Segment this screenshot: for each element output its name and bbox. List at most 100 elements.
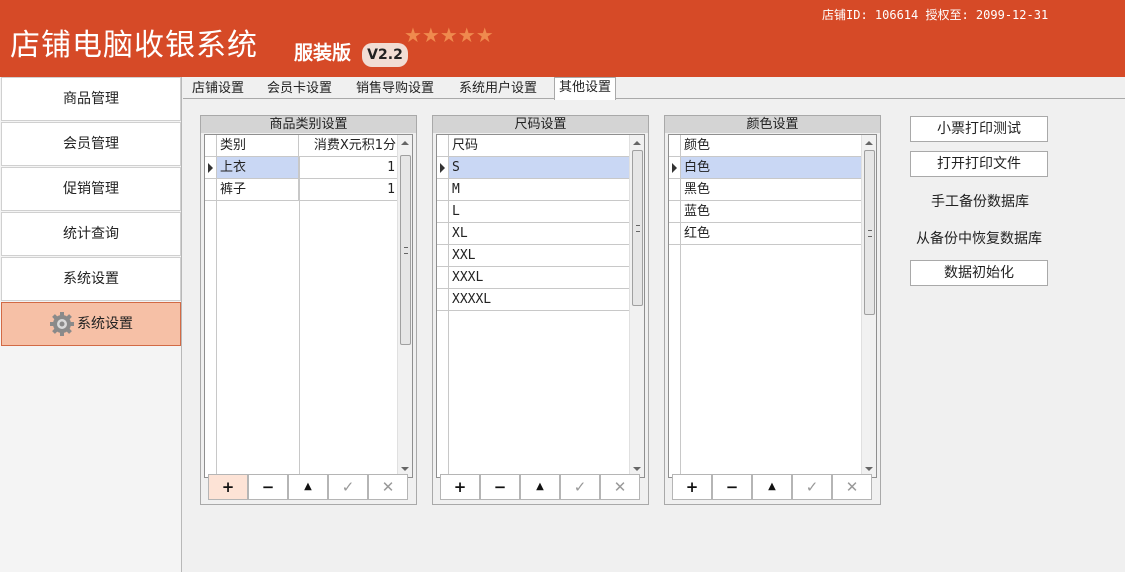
scroll-down-icon[interactable] [401,467,409,471]
print-test-button[interactable]: 小票打印测试 [910,116,1048,142]
app-title: 店铺电脑收银系统 [10,28,258,63]
vertical-scrollbar[interactable] [861,135,876,477]
table-cell[interactable]: 蓝色 [681,201,863,223]
remove-button[interactable]: − [480,474,520,500]
table-row[interactable]: S [437,157,644,179]
move-up-button[interactable]: ▲ [520,474,560,500]
tab-bar: 店铺设置 会员卡设置 销售导购设置 系统用户设置 其他设置 [183,77,1125,100]
table-row[interactable]: 蓝色 [669,201,876,223]
table-row[interactable]: 黑色 [669,179,876,201]
sidebar-item-promotions[interactable]: 促销管理 [1,167,181,211]
vertical-scrollbar[interactable] [397,135,412,477]
table-cell[interactable]: XL [449,223,631,245]
table-cell[interactable]: 上衣 [217,157,299,179]
scroll-up-icon[interactable] [633,141,641,145]
scroll-thumb[interactable] [632,150,643,306]
move-up-button[interactable]: ▲ [752,474,792,500]
table-cell[interactable]: 红色 [681,223,863,245]
scroll-thumb[interactable] [400,155,411,345]
column-header[interactable]: 颜色 [681,135,863,157]
table-cell[interactable]: 裤子 [217,179,299,201]
rating-stars-icon: ★★★★★ [404,23,494,47]
table-cell[interactable]: 1 [299,157,399,179]
sidebar-item-settings[interactable]: 系统设置 [1,257,181,301]
confirm-button[interactable]: ✓ [328,474,368,500]
table-cell[interactable]: M [449,179,631,201]
table-cell[interactable]: L [449,201,631,223]
tab-other-settings[interactable]: 其他设置 [554,77,617,100]
manual-backup-link[interactable]: 手工备份数据库 [931,191,1029,211]
table-row[interactable]: 白色 [669,157,876,179]
row-header [669,223,681,245]
table-row[interactable]: 裤子 1 [205,179,412,201]
row-header [437,267,449,289]
table-row[interactable]: M [437,179,644,201]
sidebar-item-label: 系统设置 [63,271,119,287]
move-up-button[interactable]: ▲ [288,474,328,500]
scroll-up-icon[interactable] [865,141,873,145]
sidebar-item-members[interactable]: 会员管理 [1,122,181,166]
sidebar-item-statistics[interactable]: 统计查询 [1,212,181,256]
add-button[interactable]: + [208,474,248,500]
row-header-corner [669,135,681,157]
table-row[interactable]: 红色 [669,223,876,245]
table-cell[interactable]: XXXL [449,267,631,289]
sidebar-item-label: 统计查询 [63,226,119,242]
cancel-button[interactable]: ✕ [368,474,408,500]
category-grid[interactable]: 类别 消费X元积1分 上衣 1 裤子 1 [204,134,413,478]
cancel-button[interactable]: ✕ [832,474,872,500]
color-grid[interactable]: 颜色 白色 黑色 蓝色 红色 [668,134,877,478]
table-cell[interactable]: XXXXL [449,289,631,311]
open-print-file-button[interactable]: 打开打印文件 [910,151,1048,177]
tab-system-user-settings[interactable]: 系统用户设置 [455,79,541,99]
sidebar-item-products[interactable]: 商品管理 [1,77,181,121]
cancel-button[interactable]: ✕ [600,474,640,500]
table-row[interactable]: XXL [437,245,644,267]
tab-member-card-settings[interactable]: 会员卡设置 [263,79,336,99]
add-button[interactable]: + [440,474,480,500]
color-panel: 颜色设置 颜色 白色 黑色 蓝色 红色 + − ▲ ✓ ✕ [664,115,881,505]
row-header [437,179,449,201]
grid-header: 尺码 [437,135,644,157]
panel-title: 尺码设置 [433,116,648,133]
table-cell[interactable]: 白色 [681,157,863,179]
data-init-button[interactable]: 数据初始化 [910,260,1048,286]
table-row[interactable]: L [437,201,644,223]
size-grid[interactable]: 尺码 S M L XL XXL XXXL XXXXL [436,134,645,478]
row-header-corner [205,135,217,157]
row-header [437,245,449,267]
row-header [437,157,449,179]
tab-sales-guide-settings[interactable]: 销售导购设置 [352,79,438,99]
scroll-up-icon[interactable] [401,141,409,145]
table-cell[interactable]: S [449,157,631,179]
sidebar-item-settings-active[interactable]: 系统设置 [1,302,181,346]
panel-title: 颜色设置 [665,116,880,133]
row-header [437,223,449,245]
scroll-thumb[interactable] [864,150,875,315]
remove-button[interactable]: − [248,474,288,500]
category-panel: 商品类别设置 类别 消费X元积1分 上衣 1 裤子 1 + − ▲ ✓ ✕ [200,115,417,505]
vertical-scrollbar[interactable] [629,135,644,477]
sidebar-item-label: 促销管理 [63,181,119,197]
tab-shop-settings[interactable]: 店铺设置 [188,79,248,99]
column-divider [299,157,300,477]
table-row[interactable]: 上衣 1 [205,157,412,179]
table-row[interactable]: XXXL [437,267,644,289]
table-row[interactable]: XL [437,223,644,245]
column-header[interactable]: 消费X元积1分 [299,135,399,157]
row-pointer-icon [672,163,677,173]
confirm-button[interactable]: ✓ [792,474,832,500]
table-row[interactable]: XXXXL [437,289,644,311]
remove-button[interactable]: − [712,474,752,500]
column-header[interactable]: 类别 [217,135,299,157]
table-cell[interactable]: XXL [449,245,631,267]
scroll-down-icon[interactable] [633,467,641,471]
restore-backup-link[interactable]: 从备份中恢复数据库 [916,228,1042,248]
scroll-down-icon[interactable] [865,467,873,471]
table-cell[interactable]: 黑色 [681,179,863,201]
add-button[interactable]: + [672,474,712,500]
confirm-button[interactable]: ✓ [560,474,600,500]
gear-icon [50,312,74,336]
column-header[interactable]: 尺码 [449,135,631,157]
table-cell[interactable]: 1 [299,179,399,201]
